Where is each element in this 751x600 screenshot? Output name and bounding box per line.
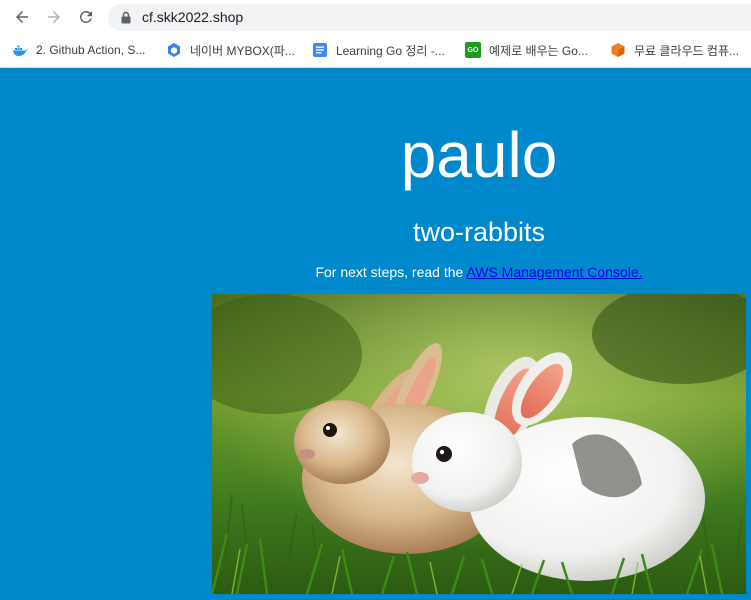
next-steps-text: For next steps, read the AWS Management … — [212, 263, 746, 281]
bookmark-label: 예제로 배우는 Go... — [489, 43, 588, 58]
bookmark-naver-mybox[interactable]: 네이버 MYBOX(파... — [166, 40, 295, 60]
rabbits-photo — [212, 294, 746, 594]
page-title: paulo — [400, 119, 558, 191]
bookmark-learning-go[interactable]: Learning Go 정리 -... — [312, 40, 445, 60]
address-bar[interactable]: cf.skk2022.shop — [108, 4, 751, 31]
mybox-cube-icon — [166, 42, 182, 58]
page-subtitle: two-rabbits — [412, 217, 546, 247]
next-steps-prefix: For next steps, read the — [315, 264, 467, 280]
bookmark-free-cloud[interactable]: 무료 클라우드 컴퓨... — [610, 40, 739, 60]
docker-whale-icon — [12, 42, 28, 58]
back-button[interactable] — [11, 6, 33, 28]
aws-console-link[interactable]: AWS Management Console. — [466, 264, 642, 280]
page-content: paulo two-rabbits For next steps, read t… — [0, 68, 751, 600]
lock-icon — [121, 11, 131, 24]
forward-button[interactable] — [43, 6, 65, 28]
reload-icon — [79, 10, 92, 23]
bookmark-go-by-example[interactable]: GO 예제로 배우는 Go... — [465, 40, 588, 60]
arrow-left-icon — [16, 11, 28, 23]
bookmark-label: 2. Github Action, S... — [36, 43, 146, 57]
go-badge-icon: GO — [465, 42, 481, 58]
bookmark-label: 무료 클라우드 컴퓨... — [634, 43, 739, 58]
browser-toolbar: cf.skk2022.shop — [0, 0, 751, 34]
bookmark-github-action[interactable]: 2. Github Action, S... — [12, 40, 145, 60]
arrow-right-icon — [48, 11, 60, 23]
google-docs-icon — [312, 42, 328, 58]
bookmarks-bar: 2. Github Action, S... 네이버 MYBOX(파... Le… — [0, 34, 751, 68]
reload-button[interactable] — [75, 6, 97, 28]
bookmark-label: 네이버 MYBOX(파... — [190, 43, 295, 58]
orange-box-icon — [610, 42, 626, 58]
bookmark-label: Learning Go 정리 -... — [336, 43, 445, 58]
url-text: cf.skk2022.shop — [142, 9, 244, 25]
